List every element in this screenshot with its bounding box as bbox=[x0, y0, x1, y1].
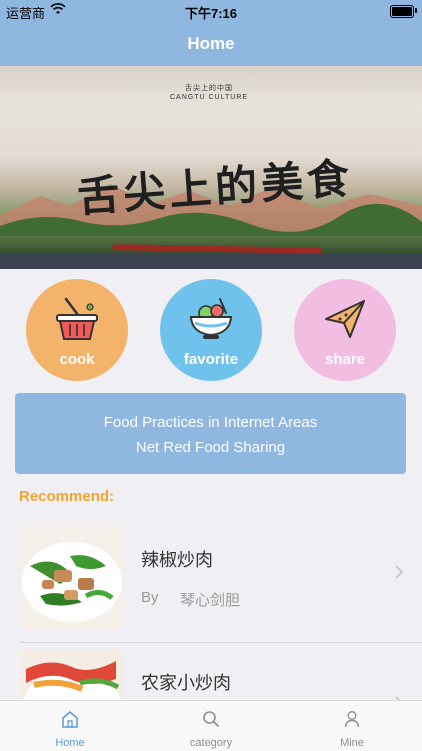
recipe-author: 琴心剑胆 bbox=[180, 592, 241, 609]
battery-tip bbox=[415, 8, 417, 13]
tab-category-label: category bbox=[189, 737, 233, 749]
nav-bar: Home bbox=[0, 22, 422, 66]
list-item[interactable]: 农家小炒肉 bbox=[0, 643, 422, 700]
clock: 下午7:16 bbox=[184, 6, 238, 21]
cook-label: cook bbox=[59, 351, 95, 368]
chopsticks-graphic bbox=[111, 244, 323, 254]
recipe-thumbnail bbox=[20, 526, 123, 629]
search-icon bbox=[203, 711, 219, 727]
recipe-name: 辣椒炒肉 bbox=[141, 550, 213, 570]
favorite-button[interactable]: favorite bbox=[160, 279, 262, 381]
status-bar: 运营商 下午7:16 bbox=[0, 0, 422, 22]
cook-button[interactable]: cook bbox=[26, 279, 128, 381]
home-icon bbox=[62, 711, 78, 728]
quick-actions: cook favorite share bbox=[0, 279, 422, 381]
recipe-list: 辣椒炒肉 By 琴心剑胆 农家小炒肉 bbox=[0, 512, 422, 700]
share-button[interactable]: share bbox=[294, 279, 396, 381]
battery-icon bbox=[390, 5, 414, 18]
recommend-heading: Recommend: bbox=[19, 488, 115, 505]
tab-home[interactable]: Home bbox=[0, 701, 140, 751]
banner-brand: 舌尖上的中国 CANGTU CULTURE bbox=[170, 85, 249, 101]
slogan-line-2: Net Red Food Sharing bbox=[135, 439, 286, 456]
tab-mine-label: Mine bbox=[340, 737, 364, 749]
bowl-icon bbox=[189, 298, 233, 339]
favorite-label: favorite bbox=[183, 351, 239, 368]
page-title: Home bbox=[187, 34, 235, 53]
tab-home-label: Home bbox=[55, 737, 85, 749]
banner-image[interactable]: 舌尖上的中国 CANGTU CULTURE 舌尖上的美食 bbox=[0, 66, 422, 269]
slogan-line-1: Food Practices in Internet Areas bbox=[103, 414, 318, 431]
person-icon bbox=[344, 711, 360, 728]
water-graphic bbox=[0, 254, 422, 269]
recipe-thumbnail bbox=[20, 649, 123, 700]
list-item[interactable]: 辣椒炒肉 By 琴心剑胆 bbox=[0, 512, 422, 643]
tab-category[interactable]: category bbox=[141, 701, 281, 751]
tab-bar: Home category Mine bbox=[0, 700, 422, 751]
chevron-right-icon bbox=[395, 565, 404, 579]
basket-icon bbox=[56, 297, 98, 340]
paper-plane-icon bbox=[325, 300, 365, 338]
recipe-name: 农家小炒肉 bbox=[141, 673, 231, 693]
share-label: share bbox=[324, 351, 366, 368]
slogan-banner[interactable]: Food Practices in Internet Areas Net Red… bbox=[15, 393, 406, 474]
tab-mine[interactable]: Mine bbox=[282, 701, 422, 751]
recipe-by-label: By bbox=[141, 589, 159, 606]
